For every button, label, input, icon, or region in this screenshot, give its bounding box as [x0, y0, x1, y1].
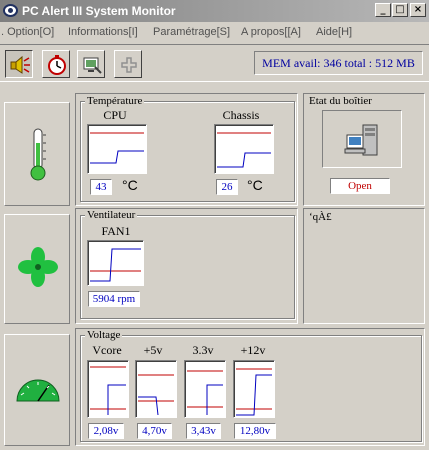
- v5-graph: [135, 360, 177, 418]
- fan-icon-panel: [4, 214, 70, 324]
- cpu-temp-trace: [90, 150, 144, 164]
- v33-name: 3.3v: [192, 343, 214, 357]
- case-image-frame: [322, 110, 402, 168]
- chassis-temp-unit: °C: [247, 177, 263, 193]
- fan1-name: FAN1: [101, 224, 131, 238]
- temperature-icon-panel: [4, 102, 70, 206]
- speaker-alarm-button[interactable]: [5, 50, 33, 78]
- monitor-settings-icon: [83, 57, 102, 74]
- vcore-value: 2,08v: [88, 423, 124, 439]
- extra-panel: ‘qÀ£: [303, 208, 425, 324]
- v5-value: 4,70v: [137, 423, 172, 439]
- stopwatch-button[interactable]: [42, 50, 70, 78]
- v12-name: +12v: [240, 343, 266, 357]
- window-title: PC Alert III System Monitor: [22, 4, 176, 18]
- case-status-label: Etat du boîtier: [307, 95, 374, 107]
- case-status-value: Open: [330, 178, 390, 194]
- fan-group-label: Ventilateur: [85, 209, 138, 221]
- close-button[interactable]: ×: [410, 3, 426, 17]
- menu-parametrage[interactable]: Paramétrage[S]: [153, 26, 230, 38]
- plugin-icon: [121, 57, 137, 73]
- stopwatch-icon: [48, 55, 66, 75]
- menu-a-propos[interactable]: A propos[[A]: [241, 26, 301, 38]
- v12-value: 12,80v: [234, 423, 276, 439]
- vcore-trace: [107, 384, 126, 415]
- menu-option[interactable]: . Option[O]: [1, 26, 54, 38]
- menu-aide[interactable]: Aide[H]: [316, 26, 352, 38]
- temperature-group-label: Température: [85, 95, 145, 107]
- title-bar[interactable]: PC Alert III System Monitor _ □ ×: [0, 0, 429, 22]
- chassis-temp-value: 26: [216, 179, 238, 195]
- fan-icon: [18, 247, 58, 287]
- v5-name: +5v: [143, 343, 163, 357]
- v33-graph: [184, 360, 226, 418]
- voltage-group-label: Voltage: [85, 329, 123, 341]
- memory-status: MEM avail: 346 total : 512 MB: [254, 51, 423, 75]
- thermometer-icon: [30, 128, 46, 181]
- cpu-temp-graph: [87, 124, 147, 174]
- voltage-gauge-icon: [16, 379, 60, 402]
- v33-trace: [206, 384, 223, 415]
- v12-graph: [233, 360, 275, 418]
- extra-panel-label: ‘qÀ£: [307, 211, 334, 223]
- app-eye-icon[interactable]: [3, 4, 18, 17]
- cpu-temp-unit: °C: [122, 177, 138, 193]
- chassis-temp-name: Chassis: [222, 108, 260, 122]
- cpu-temp-value: 43: [90, 179, 112, 195]
- vcore-graph: [87, 360, 129, 418]
- v33-value: 3,43v: [186, 423, 221, 439]
- fan1-value: 5904 rpm: [88, 291, 140, 307]
- cpu-temp-name: CPU: [103, 108, 127, 122]
- v5-trace: [138, 396, 159, 416]
- chassis-temp-graph: [214, 124, 274, 174]
- maximize-button[interactable]: □: [392, 3, 408, 17]
- computer-case-icon: [344, 124, 378, 156]
- chassis-temp-trace: [217, 152, 271, 168]
- voltage-icon-panel: [4, 334, 70, 446]
- monitor-settings-button[interactable]: [77, 50, 105, 78]
- minimize-button[interactable]: _: [375, 3, 391, 17]
- speaker-alarm-icon: [10, 55, 30, 74]
- menu-informations[interactable]: Informations[I]: [68, 26, 138, 38]
- vcore-name: Vcore: [92, 343, 122, 357]
- fan1-trace: [90, 248, 141, 282]
- menu-bar: . Option[O] Informations[I] Paramétrage[…: [0, 22, 429, 42]
- plugin-button[interactable]: [114, 50, 142, 78]
- fan1-graph: [87, 240, 144, 286]
